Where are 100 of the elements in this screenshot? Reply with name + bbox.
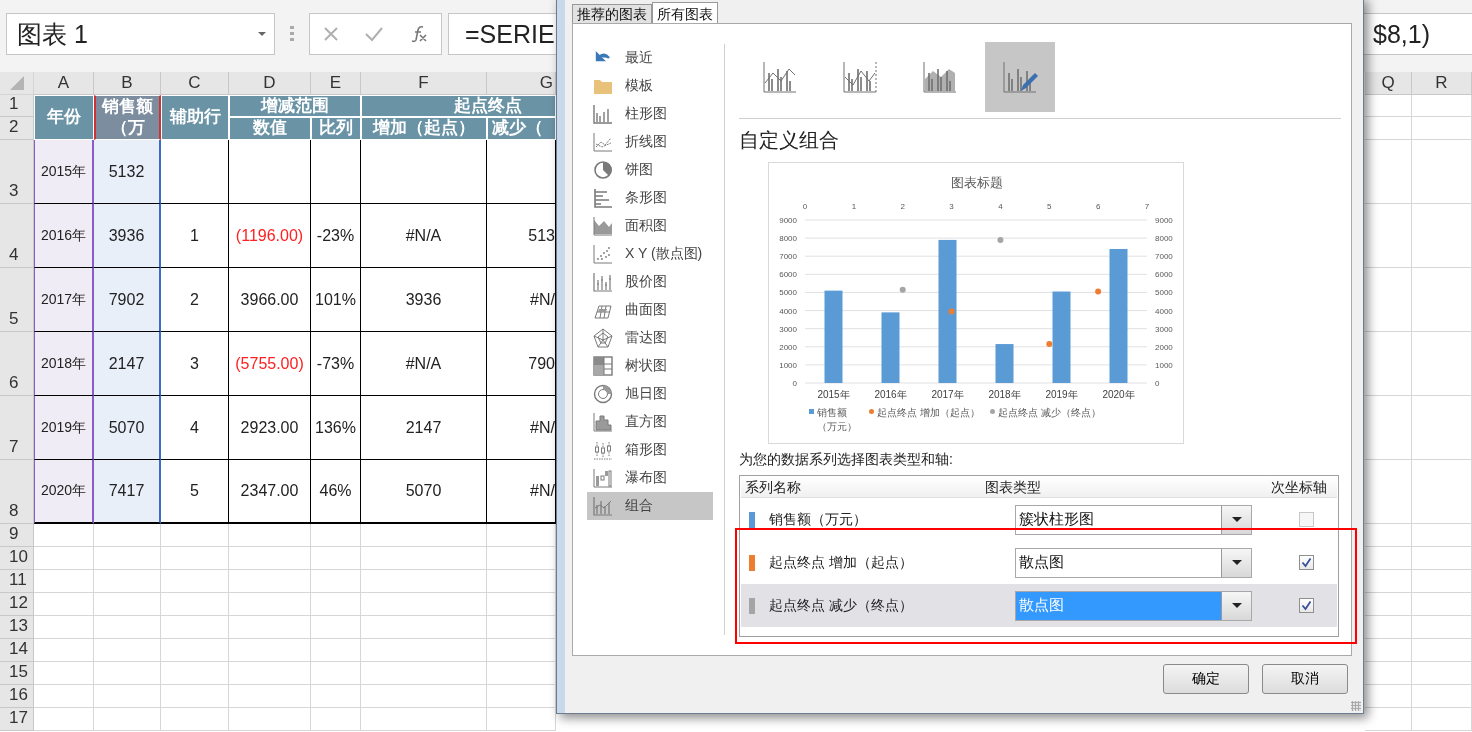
empty-cell: [94, 570, 161, 593]
empty-cell: [94, 524, 161, 547]
empty-cell: [311, 547, 361, 570]
empty-cell: [1365, 524, 1412, 547]
axis-tick-label: 5000: [1155, 288, 1173, 298]
table-cell: 3936: [361, 268, 487, 332]
empty-cell: [94, 685, 161, 708]
axis-tick-label: 3000: [779, 324, 797, 334]
tab[interactable]: 推荐的图表: [572, 4, 652, 23]
table-cell: 2923.00: [229, 396, 311, 460]
checkbox[interactable]: [1299, 555, 1314, 570]
chart-type-item[interactable]: 曲面图: [587, 296, 713, 324]
column-header: F: [361, 72, 487, 95]
name-box[interactable]: 图表 1: [6, 13, 275, 55]
tab[interactable]: 所有图表: [652, 2, 718, 24]
axis-tick-label: 6000: [1155, 270, 1173, 280]
dialog-button[interactable]: 取消: [1262, 664, 1348, 694]
chart-title: 图表标题: [951, 175, 1003, 190]
chart-type-item[interactable]: 瀑布图: [587, 464, 713, 492]
dialog-button[interactable]: 确定: [1163, 664, 1249, 694]
series-row[interactable]: 起点终点 减少（终点） 散点图: [741, 584, 1337, 627]
chart-type-item[interactable]: 面积图: [587, 212, 713, 240]
chart-type-item[interactable]: 箱形图: [587, 436, 713, 464]
box-plot-icon: [593, 440, 613, 460]
row-header: 13: [0, 616, 34, 639]
series-name: 起点终点 减少（终点）: [769, 596, 913, 615]
empty-cell: [161, 639, 229, 662]
axis-tick-label: 6: [1095, 202, 1101, 211]
chart-type-item[interactable]: 股价图: [587, 268, 713, 296]
empty-cell: [161, 662, 229, 685]
header-cell: 年份: [34, 95, 94, 140]
empty-cell: [1365, 639, 1412, 662]
chart-type-item[interactable]: 最近: [587, 44, 713, 72]
empty-cell: [1365, 268, 1412, 332]
function-icon[interactable]: [409, 25, 428, 43]
column-header: C: [161, 72, 229, 95]
table-cell: #N/A: [361, 332, 487, 396]
chart-type-item[interactable]: 组合: [587, 492, 713, 520]
scatter-point: [997, 236, 1004, 243]
scatter-point: [948, 308, 955, 315]
column-line-chart-icon: [761, 59, 799, 95]
empty-cell: [1412, 570, 1472, 593]
empty-cell: [1412, 268, 1472, 332]
empty-cell: [311, 708, 361, 731]
axis-tick-label: 0: [802, 202, 808, 211]
check-icon[interactable]: [365, 26, 384, 42]
legend-swatch: [989, 409, 995, 414]
chart-type-item[interactable]: 柱形图: [587, 100, 713, 128]
table-cell: 2017年: [34, 268, 94, 332]
chart-type-item[interactable]: 树状图: [587, 352, 713, 380]
column-chart-icon: [593, 104, 613, 124]
line-chart-icon: [593, 132, 613, 152]
axis-tick-label: 0: [1155, 379, 1160, 388]
empty-cell: [94, 616, 161, 639]
scatter-point: [899, 286, 906, 293]
axis-tick-label: 5: [1047, 202, 1052, 211]
axis-tick-label: 2: [900, 202, 905, 211]
header-cell: 增减范围: [229, 95, 361, 117]
empty-cell: [1365, 95, 1412, 117]
empty-cell: [161, 547, 229, 570]
row-header: 3: [0, 140, 34, 204]
row-header: 17: [0, 708, 34, 731]
axis-tick-label: 8000: [1155, 234, 1173, 244]
chart-type-item[interactable]: 饼图: [587, 156, 713, 184]
column-header: D: [229, 72, 311, 95]
chart-type-item[interactable]: 直方图: [587, 408, 713, 436]
empty-cell: [1412, 524, 1472, 547]
resize-grip[interactable]: [1351, 701, 1361, 711]
table-cell: 2147: [361, 396, 487, 460]
row-header: 9: [0, 524, 34, 547]
row-header: 5: [0, 268, 34, 332]
chart-type-item[interactable]: 模板: [587, 72, 713, 100]
chart-type-item[interactable]: 旭日图: [587, 380, 713, 408]
series-row[interactable]: 起点终点 增加（起点） 散点图: [741, 541, 1337, 584]
chart-type-item[interactable]: 雷达图: [587, 324, 713, 352]
empty-cell: [311, 685, 361, 708]
area-chart-icon: [593, 216, 613, 236]
table-cell: 2020年: [34, 460, 94, 524]
empty-cell: [161, 570, 229, 593]
axis-tick-label: 9000: [779, 216, 797, 225]
chart-type-dropdown[interactable]: 散点图: [1015, 547, 1252, 578]
axis-tick-label: 1000: [779, 360, 797, 370]
empty-cell: [311, 639, 361, 662]
checkbox[interactable]: [1299, 598, 1314, 613]
table-cell: 7902: [94, 268, 161, 332]
row-header: 7: [0, 396, 34, 460]
table-cell: 2: [161, 268, 229, 332]
chart-type-item[interactable]: 条形图: [587, 184, 713, 212]
chart-type-item[interactable]: 折线图: [587, 128, 713, 156]
table-cell: 1: [161, 204, 229, 268]
empty-cell: [1412, 396, 1472, 460]
empty-cell: [161, 708, 229, 731]
cancel-icon[interactable]: [323, 26, 340, 42]
chart-type-item[interactable]: X Y (散点图): [587, 240, 713, 268]
column-line-chart-icon: [841, 59, 879, 95]
axis-tick-label: 2015年: [817, 389, 850, 400]
table-cell: 2347.00: [229, 460, 311, 524]
chart-subtype-button[interactable]: [985, 42, 1055, 112]
column-chart-pencil-icon: [1001, 59, 1039, 95]
empty-cell: [1365, 547, 1412, 570]
